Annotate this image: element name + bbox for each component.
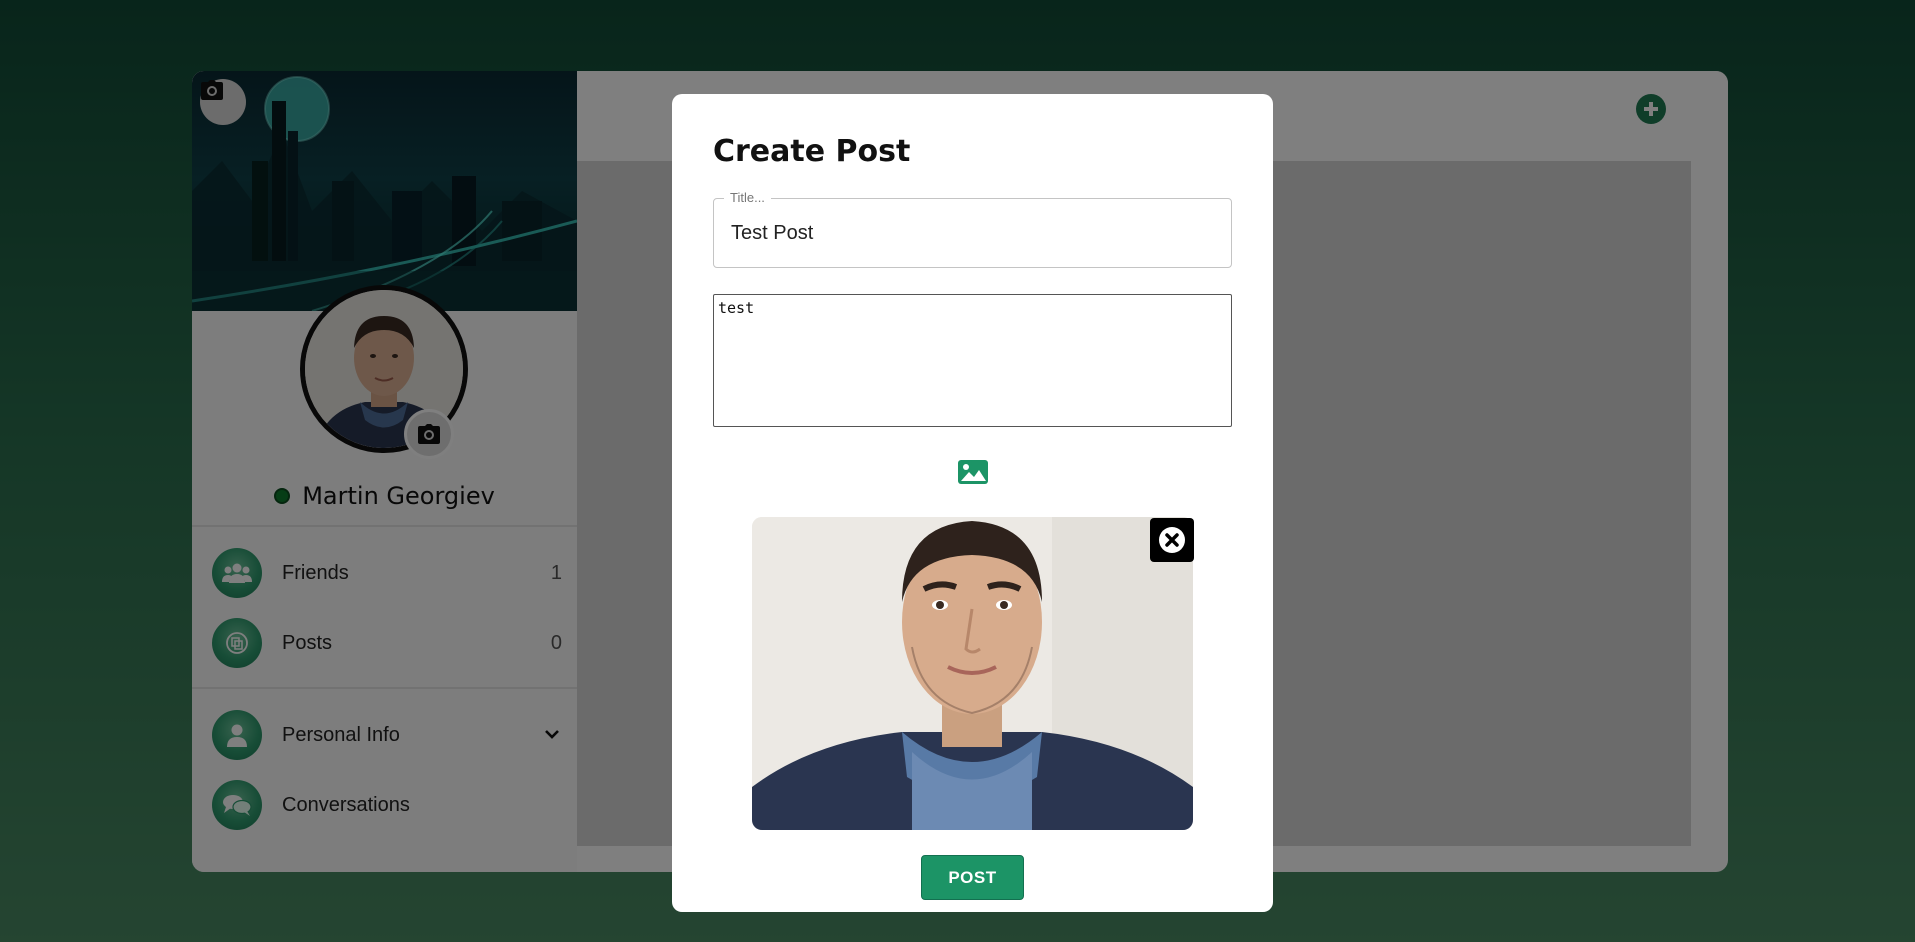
image-preview xyxy=(752,517,1193,830)
close-icon xyxy=(1159,527,1185,553)
title-input[interactable] xyxy=(714,199,1231,267)
post-button[interactable]: POST xyxy=(921,855,1024,900)
image-icon xyxy=(958,460,988,484)
remove-image-button[interactable] xyxy=(1150,518,1194,562)
create-post-modal: Create Post Title... test xyxy=(672,94,1273,912)
title-field: Title... xyxy=(713,190,1232,268)
modal-title: Create Post xyxy=(713,134,911,169)
add-image-button[interactable] xyxy=(957,458,989,486)
post-body-textarea[interactable]: test xyxy=(713,294,1232,427)
